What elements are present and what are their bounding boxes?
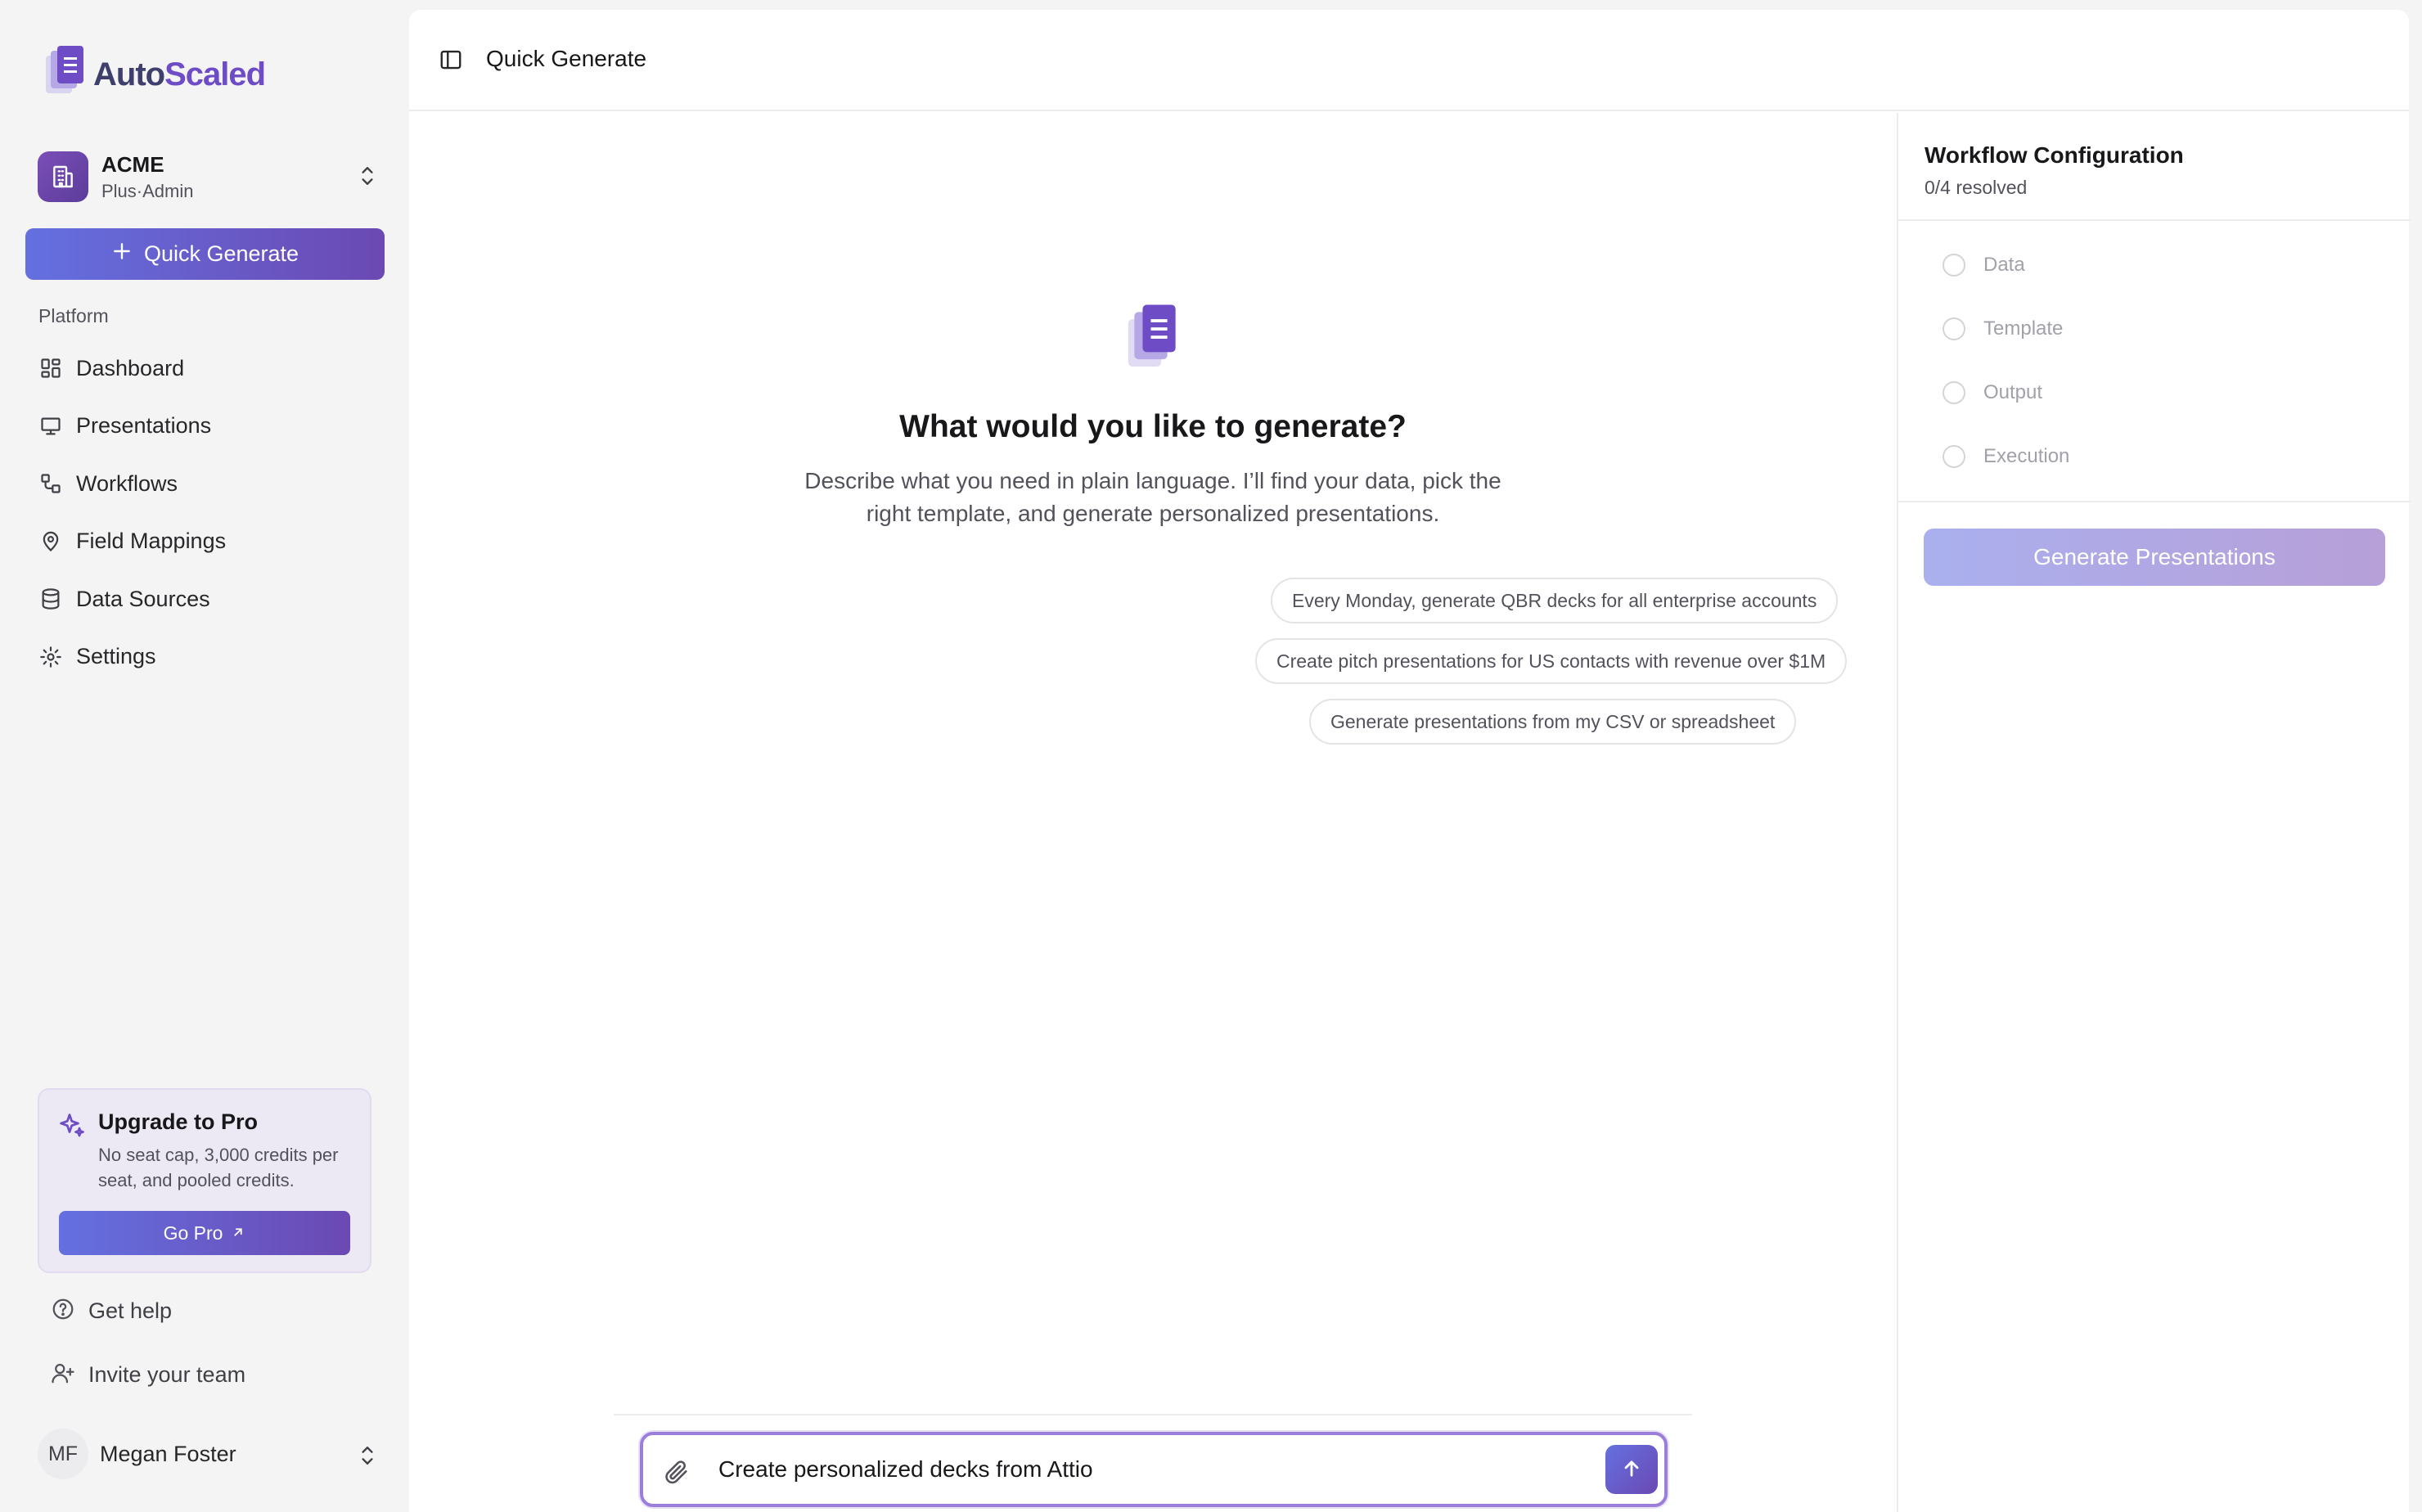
suggestion-chip[interactable]: Create pitch presentations for US contac…: [1255, 638, 1848, 684]
workflow-step-data[interactable]: Data: [1943, 254, 2025, 277]
step-label: Data: [1983, 254, 2025, 276]
sidebar-toggle-icon[interactable]: [439, 47, 463, 76]
sidebar-item-label: Workflows: [76, 470, 178, 496]
sidebar-item-settings[interactable]: Settings: [25, 628, 385, 686]
building-icon: [38, 151, 88, 202]
workflow-step-execution[interactable]: Execution: [1943, 445, 2069, 468]
step-label: Template: [1983, 317, 2064, 340]
step-radio: [1943, 381, 1965, 404]
database-icon: [38, 587, 63, 611]
upgrade-card: Upgrade to Pro No seat cap, 3,000 credit…: [38, 1088, 371, 1273]
workflow-panel: Workflow Configuration 0/4 resolved Data…: [1897, 113, 2411, 1512]
avatar: MF: [38, 1429, 88, 1479]
gear-icon: [38, 645, 63, 669]
workflow-icon: [38, 471, 63, 496]
go-pro-label: Go Pro: [163, 1222, 223, 1244]
go-pro-button[interactable]: Go Pro: [59, 1211, 350, 1255]
suggestion-chip[interactable]: Generate presentations from my CSV or sp…: [1309, 699, 1797, 745]
prompt-input[interactable]: Create personalized decks from Attio: [640, 1432, 1668, 1507]
upgrade-title: Upgrade to Pro: [98, 1109, 259, 1134]
workflow-title: Workflow Configuration: [1925, 142, 2184, 168]
get-help-label: Get help: [88, 1298, 173, 1323]
step-radio: [1943, 445, 1965, 468]
sidebar-item-data-sources[interactable]: Data Sources: [25, 570, 385, 628]
presentation-icon: [38, 414, 63, 439]
workflow-steps: Data Template Output Execution: [1898, 221, 2411, 502]
invite-team-link[interactable]: Invite your team: [51, 1361, 245, 1389]
sidebar-item-dashboard[interactable]: Dashboard: [25, 340, 385, 398]
logo-icon: [44, 44, 87, 106]
workflow-status: 0/4 resolved: [1925, 177, 2028, 198]
workflow-header: Workflow Configuration 0/4 resolved: [1898, 113, 2411, 221]
dashboard-icon: [38, 356, 63, 380]
chevrons-up-down-icon: [357, 162, 378, 194]
plus-icon: [111, 241, 133, 268]
sparkles-icon: [57, 1111, 87, 1145]
quick-generate-button[interactable]: Quick Generate: [25, 228, 385, 280]
section-label-platform: Platform: [38, 305, 109, 326]
help-circle-icon: [51, 1297, 75, 1325]
arrow-up-right-icon: [231, 1222, 245, 1244]
main-panel: Quick Generate What would you like to ge…: [409, 10, 2411, 1512]
map-pin-icon: [38, 529, 63, 554]
sidebar-item-field-mappings[interactable]: Field Mappings: [25, 513, 385, 571]
suggestion-chip[interactable]: Every Monday, generate QBR decks for all…: [1271, 578, 1839, 623]
divider: [614, 1414, 1692, 1415]
arrow-up-icon: [1620, 1457, 1643, 1483]
step-radio: [1943, 317, 1965, 340]
sidebar-item-label: Data Sources: [76, 586, 210, 611]
org-name: ACME: [101, 151, 164, 177]
get-help-link[interactable]: Get help: [51, 1297, 172, 1325]
prompt-text[interactable]: Create personalized decks from Attio: [718, 1456, 1093, 1483]
quick-generate-label: Quick Generate: [143, 241, 299, 266]
paperclip-icon[interactable]: [663, 1458, 691, 1490]
org-plan: Plus·Admin: [101, 180, 194, 201]
sidebar-item-label: Presentations: [76, 413, 212, 439]
invite-team-label: Invite your team: [88, 1362, 246, 1387]
brand-name: AutoScaled: [93, 56, 266, 92]
step-label: Output: [1983, 381, 2043, 403]
step-label: Execution: [1983, 445, 2070, 467]
brand-logo[interactable]: AutoScaled: [44, 44, 266, 106]
upgrade-description: No seat cap, 3,000 credits per seat, and…: [98, 1145, 339, 1190]
workflow-step-template[interactable]: Template: [1943, 317, 2063, 340]
send-button[interactable]: [1605, 1445, 1658, 1494]
sidebar-item-label: Settings: [76, 644, 156, 669]
top-bar: Quick Generate: [409, 10, 2409, 111]
workflow-step-output[interactable]: Output: [1943, 381, 2042, 404]
user-menu[interactable]: MF Megan Foster: [38, 1425, 381, 1483]
generate-presentations-button[interactable]: Generate Presentations: [1924, 529, 2385, 586]
user-name: Megan Foster: [100, 1441, 236, 1466]
generate-heading: What would you like to generate?: [899, 409, 1407, 444]
org-switcher[interactable]: ACME Plus·Admin: [38, 147, 381, 206]
sidebar-item-label: Dashboard: [76, 355, 185, 380]
sidebar-nav: Dashboard Presentations Workflows Field …: [25, 340, 385, 686]
documents-icon: [1126, 303, 1180, 379]
generate-area: What would you like to generate? Describ…: [409, 113, 1897, 1512]
generate-description: Describe what you need in plain language…: [804, 468, 1501, 526]
sidebar-item-presentations[interactable]: Presentations: [25, 398, 385, 456]
step-radio: [1943, 254, 1965, 277]
sidebar-item-workflows[interactable]: Workflows: [25, 455, 385, 513]
chevrons-up-down-icon: [357, 1442, 378, 1474]
sidebar: AutoScaled ACME Plus·Admin Quick Generat…: [0, 0, 409, 1512]
sidebar-item-label: Field Mappings: [76, 529, 227, 554]
page-title: Quick Generate: [486, 46, 647, 71]
user-plus-icon: [51, 1361, 75, 1389]
